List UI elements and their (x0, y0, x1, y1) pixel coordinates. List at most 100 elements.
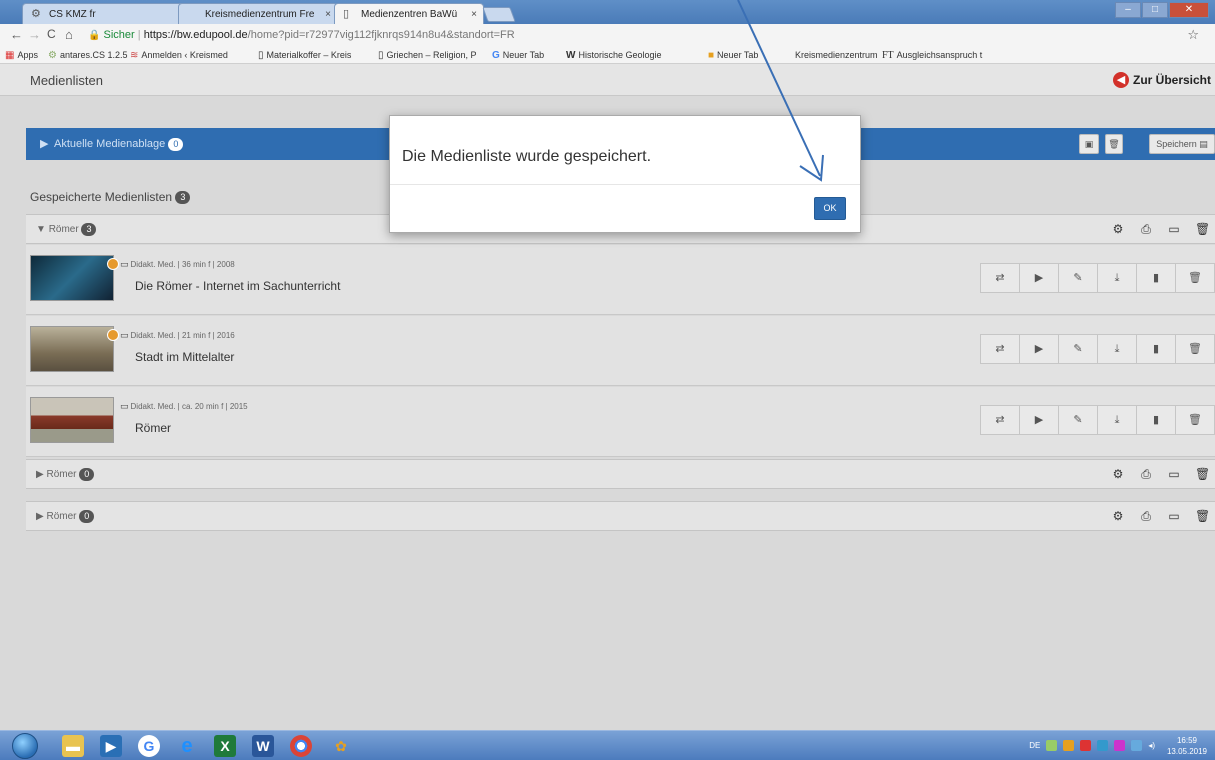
media-player-icon[interactable]: ▶ (100, 735, 122, 757)
explorer-icon[interactable]: ▬ (62, 735, 84, 757)
gear-icon[interactable]: ⚙ (1111, 467, 1125, 481)
tray-app-icon[interactable] (1114, 740, 1126, 751)
trash-icon[interactable]: 🗑 (1195, 509, 1210, 523)
start-button[interactable] (12, 733, 38, 759)
print-icon[interactable]: ⎙ (1139, 467, 1153, 481)
list-item[interactable]: ▭ Didakt. Med. | ca. 20 min f | 2015 Röme… (26, 387, 1215, 457)
move-button[interactable]: ⇄ (980, 405, 1020, 435)
address-bar[interactable]: 🔒 Sicher | https://bw.edupool.de/home?pi… (88, 27, 1193, 43)
document-button[interactable]: ▮ (1136, 263, 1176, 293)
bookmark-historische-geologie[interactable]: W Historische Geologie (566, 46, 662, 63)
media-thumbnail[interactable] (30, 326, 119, 372)
list-item[interactable]: ▭ Didakt. Med. | 21 min f | 2016 Stadt im… (26, 316, 1215, 386)
back-to-overview-link[interactable]: ◀ Zur Übersicht (1112, 72, 1211, 88)
save-button[interactable]: Speichern ▤ (1149, 134, 1215, 154)
maximize-button[interactable]: □ (1142, 2, 1168, 18)
tray-app-icon[interactable] (1097, 740, 1109, 751)
play-button[interactable]: ▶ (1019, 405, 1059, 435)
media-title[interactable]: Stadt im Mittelalter (135, 350, 234, 364)
move-button[interactable]: ⇄ (980, 263, 1020, 293)
list-item[interactable]: ▭ Didakt. Med. | 36 min f | 2008 Die Röme… (26, 245, 1215, 315)
delete-button[interactable]: 🗑 (1175, 334, 1215, 364)
tab-close-button[interactable]: × (325, 4, 331, 24)
ok-button[interactable]: OK (814, 197, 846, 220)
internet-explorer-icon[interactable]: e (176, 735, 198, 757)
close-window-button[interactable]: ✕ (1169, 2, 1209, 18)
system-clock[interactable]: 16:59 13.05.2019 (1167, 735, 1207, 757)
volume-icon[interactable]: ◂) (1148, 741, 1155, 750)
calendar-icon[interactable]: ▭ (1167, 509, 1181, 523)
bookmark-anmelden[interactable]: ≋ Anmelden ‹ Kreismed (130, 46, 228, 63)
home-icon[interactable]: ⌂ (65, 27, 73, 42)
move-button[interactable]: ⇄ (980, 334, 1020, 364)
back-arrow-icon[interactable]: ← (10, 27, 23, 42)
minimize-button[interactable]: – (1115, 2, 1141, 18)
print-icon[interactable]: ⎙ (1139, 222, 1153, 236)
word-icon[interactable]: W (252, 735, 274, 757)
edit-button[interactable]: ✎ (1058, 263, 1098, 293)
trash-icon[interactable]: 🗑 (1195, 467, 1210, 481)
list-group-roemer-2[interactable]: ▶ Römer 0 ⚙ ⎙ ▭ 🗑 (26, 459, 1215, 489)
bookmark-apps[interactable]: ▦ Apps (5, 46, 38, 63)
bookmark-materialkoffer[interactable]: ▯ Materialkoffer – Kreis (258, 46, 351, 63)
bookmark-griechen[interactable]: ▯ Griechen – Religion, P (378, 46, 477, 63)
print-icon[interactable]: ⎙ (1139, 509, 1153, 523)
bookmark-kreismedienzentrum[interactable]: Kreismedienzentrum (795, 46, 878, 63)
gear-icon[interactable]: ⚙ (1111, 509, 1125, 523)
download-button[interactable]: ⤓ (1097, 263, 1137, 293)
list-group-roemer-3[interactable]: ▶ Römer 0 ⚙ ⎙ ▭ 🗑 (26, 501, 1215, 531)
chrome-icon[interactable] (290, 735, 312, 757)
document-button[interactable]: ▮ (1136, 334, 1176, 364)
media-thumbnail[interactable] (30, 255, 119, 301)
forward-arrow-icon[interactable]: → (28, 27, 41, 42)
play-button[interactable]: ▶ (1019, 263, 1059, 293)
delete-button[interactable]: 🗑 (1175, 263, 1215, 293)
download-button[interactable]: ⤓ (1097, 334, 1137, 364)
delete-button[interactable]: 🗑 (1105, 134, 1123, 154)
tray-app-icon[interactable] (1046, 740, 1058, 751)
window-controls: – □ ✕ (1115, 2, 1209, 18)
play-icon: ▶ (1034, 272, 1044, 284)
trash-icon: 🗑 (1188, 414, 1202, 426)
tab-medienzentren[interactable]: ▯ Medienzentren BaWü × (334, 3, 484, 24)
media-thumbnail[interactable] (30, 397, 114, 443)
media-title[interactable]: Die Römer - Internet im Sachunterricht (135, 279, 340, 293)
bookmark-antares[interactable]: ⚙ antares.CS 1.2.5 (48, 46, 128, 63)
reload-icon[interactable]: C (47, 27, 56, 41)
edit-button[interactable]: ✎ (1058, 334, 1098, 364)
calendar-icon[interactable]: ▭ (1167, 467, 1181, 481)
tab-close-button[interactable]: × (471, 4, 477, 24)
group-label[interactable]: ▶ Römer 0 (36, 468, 95, 481)
current-media-label[interactable]: ▶ Aktuelle Medienablage 0 (40, 137, 184, 151)
google-icon[interactable]: G (138, 735, 160, 757)
trash-icon[interactable]: 🗑 (1195, 222, 1210, 236)
excel-icon[interactable]: X (214, 735, 236, 757)
media-title[interactable]: Römer (135, 421, 171, 435)
bookmark-ausgleichsanspruch[interactable]: FT Ausgleichsanspruch t (882, 46, 982, 63)
play-button[interactable]: ▶ (1019, 334, 1059, 364)
paw-icon[interactable]: ✿ (330, 735, 352, 757)
tray-app-icon[interactable] (1080, 740, 1092, 751)
document-button[interactable]: ▮ (1136, 405, 1176, 435)
tray-app-icon[interactable] (1063, 740, 1075, 751)
calendar-button[interactable]: ▣ (1079, 134, 1099, 154)
group-label[interactable]: ▶ Römer 0 (36, 510, 95, 523)
delete-button[interactable]: 🗑 (1175, 405, 1215, 435)
gear-icon[interactable]: ⚙ (1111, 222, 1125, 236)
bookmark-neuer-tab[interactable]: G Neuer Tab (492, 46, 544, 63)
tab-label: CS KMZ fr (49, 9, 96, 20)
language-indicator[interactable]: DE (1029, 741, 1040, 750)
bookmark-star-icon[interactable]: ☆ (1187, 27, 1199, 43)
tab-kreismedienzentrum[interactable]: Kreismedienzentrum Fre × (178, 3, 338, 24)
calendar-icon[interactable]: ▭ (1167, 222, 1181, 236)
document-icon: ▮ (1152, 414, 1160, 426)
edit-button[interactable]: ✎ (1058, 405, 1098, 435)
download-button[interactable]: ⤓ (1097, 405, 1137, 435)
saved-lists-title: Gespeicherte Medienlisten 3 (30, 190, 191, 205)
network-icon[interactable] (1131, 740, 1143, 751)
group-label[interactable]: ▼ Römer 3 (36, 223, 97, 236)
bookmark-neuer-tab-2[interactable]: ■ Neuer Tab (708, 46, 758, 63)
new-tab-button[interactable] (482, 7, 516, 22)
tab-cs-kmz[interactable]: ⚙ CS KMZ fr × (22, 3, 192, 24)
play-icon: ▶ (1034, 414, 1044, 426)
